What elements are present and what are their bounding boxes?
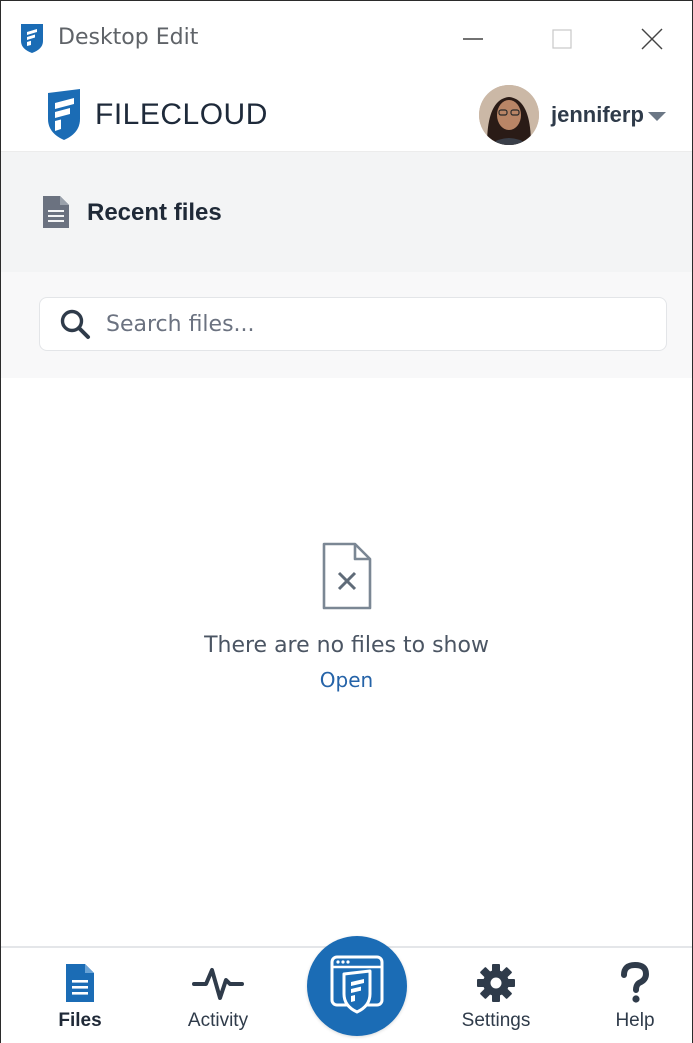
maximize-button[interactable] [542,19,582,59]
question-mark-icon [621,962,650,1003]
close-icon [641,28,663,50]
user-menu[interactable]: jenniferp [479,83,666,147]
search-input[interactable] [104,310,648,338]
file-icon [66,964,94,1002]
nav-settings-label: Settings [461,1010,531,1031]
nav-settings[interactable]: Settings [441,962,551,1042]
filecloud-logo-icon [48,89,80,140]
gear-icon [477,964,515,1002]
filecloud-app-icon [330,955,384,1014]
nav-activity-label: Activity [187,1010,249,1031]
app-shield-icon [21,24,43,53]
avatar [479,85,539,145]
nav-help[interactable]: Help [580,962,690,1042]
filecloud-app-button[interactable] [307,936,407,1036]
page-title: Recent files [87,199,222,226]
maximize-icon [552,29,572,49]
empty-message: There are no files to show [204,633,489,658]
minimize-button[interactable] [453,19,493,59]
window-title: Desktop Edit [58,25,199,50]
username: jenniferp [551,102,644,127]
nav-files[interactable]: Files [25,962,135,1042]
app-window: Desktop Edit FILECLOUD jenniferp Recent … [0,0,693,1043]
chevron-down-icon [647,111,666,121]
search-icon [60,309,90,339]
search-area [1,272,692,378]
bottom-nav: Files Activity Settings Help [1,936,692,1043]
app-header: FILECLOUD jenniferp [1,73,692,152]
close-button[interactable] [632,19,672,59]
search-box[interactable] [39,297,667,351]
nav-files-label: Files [58,1010,102,1031]
nav-activity[interactable]: Activity [163,962,273,1042]
open-link[interactable]: Open [320,668,373,692]
avatar-image [479,85,539,145]
title-bar: Desktop Edit [1,1,692,73]
pulse-icon [192,968,244,1000]
filecloud-logo: FILECLOUD [47,89,268,141]
minimize-icon [463,38,483,40]
nav-help-label: Help [615,1010,655,1031]
document-icon [43,196,69,228]
recent-files-header: Recent files [1,152,692,272]
empty-state: There are no files to show Open [1,541,692,692]
logo-text: FILECLOUD [95,98,268,131]
file-x-icon [322,542,371,610]
